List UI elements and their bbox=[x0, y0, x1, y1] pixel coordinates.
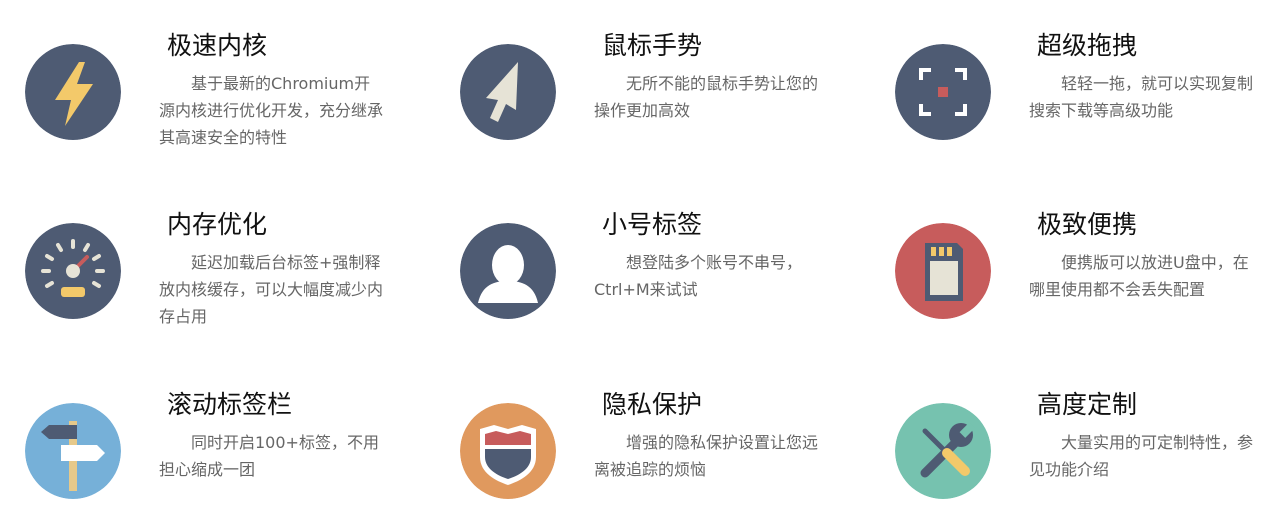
user-silhouette-icon bbox=[460, 223, 556, 319]
feature-title: 极速内核 bbox=[167, 31, 268, 60]
feature-description: 无所不能的鼠标手势让您的操作更加高效 bbox=[594, 74, 819, 120]
feature-title: 超级拖拽 bbox=[1037, 31, 1138, 60]
feature-description: 想登陆多个账号不串号，Ctrl+M来试试 bbox=[594, 253, 803, 299]
feature-scroll-tab-bar: 滚动标签栏 同时开启100+标签，不用担心缩成一团 bbox=[25, 389, 445, 519]
feature-title: 内存优化 bbox=[167, 210, 268, 239]
focus-frame-icon bbox=[895, 44, 991, 140]
shield-badge-icon bbox=[460, 403, 556, 499]
feature-customization: 高度定制 大量实用的可定制特性，参见功能介绍 bbox=[895, 389, 1278, 519]
feature-description: 便携版可以放进U盘中，在哪里使用都不会丢失配置 bbox=[1029, 253, 1249, 299]
sd-card-icon bbox=[895, 223, 991, 319]
feature-title: 鼠标手势 bbox=[602, 31, 703, 60]
feature-title: 滚动标签栏 bbox=[167, 390, 293, 419]
feature-title: 极致便携 bbox=[1037, 210, 1138, 239]
feature-description: 轻轻一拖，就可以实现复制搜索下载等高级功能 bbox=[1029, 74, 1254, 120]
tools-icon bbox=[895, 403, 991, 499]
cursor-arrow-icon bbox=[460, 44, 556, 140]
feature-description: 延迟加载后台标签+强制释放内核缓存，可以大幅度减少内存占用 bbox=[159, 253, 384, 326]
lightning-icon bbox=[25, 44, 121, 140]
speedometer-icon bbox=[25, 223, 121, 319]
feature-privacy: 隐私保护 增强的隐私保护设置让您远离被追踪的烦恼 bbox=[460, 389, 880, 519]
feature-description: 基于最新的Chromium开源内核进行优化开发，充分继承其高速安全的特性 bbox=[159, 74, 384, 147]
feature-alt-account-tabs: 小号标签 想登陆多个账号不串号，Ctrl+M来试试 bbox=[460, 209, 880, 339]
feature-description: 大量实用的可定制特性，参见功能介绍 bbox=[1029, 433, 1254, 479]
signpost-icon bbox=[25, 403, 121, 499]
feature-title: 高度定制 bbox=[1037, 390, 1138, 419]
feature-memory-optimization: 内存优化 延迟加载后台标签+强制释放内核缓存，可以大幅度减少内存占用 bbox=[25, 209, 445, 339]
feature-portable: 极致便携 便携版可以放进U盘中，在哪里使用都不会丢失配置 bbox=[895, 209, 1278, 339]
feature-super-drag: 超级拖拽 轻轻一拖，就可以实现复制搜索下载等高级功能 bbox=[895, 30, 1278, 160]
feature-title: 小号标签 bbox=[602, 210, 703, 239]
feature-mouse-gesture: 鼠标手势 无所不能的鼠标手势让您的操作更加高效 bbox=[460, 30, 880, 160]
feature-fast-kernel: 极速内核 基于最新的Chromium开源内核进行优化开发，充分继承其高速安全的特… bbox=[25, 30, 445, 160]
feature-description: 增强的隐私保护设置让您远离被追踪的烦恼 bbox=[594, 433, 819, 479]
feature-title: 隐私保护 bbox=[602, 390, 703, 419]
feature-description: 同时开启100+标签，不用担心缩成一团 bbox=[159, 433, 379, 479]
